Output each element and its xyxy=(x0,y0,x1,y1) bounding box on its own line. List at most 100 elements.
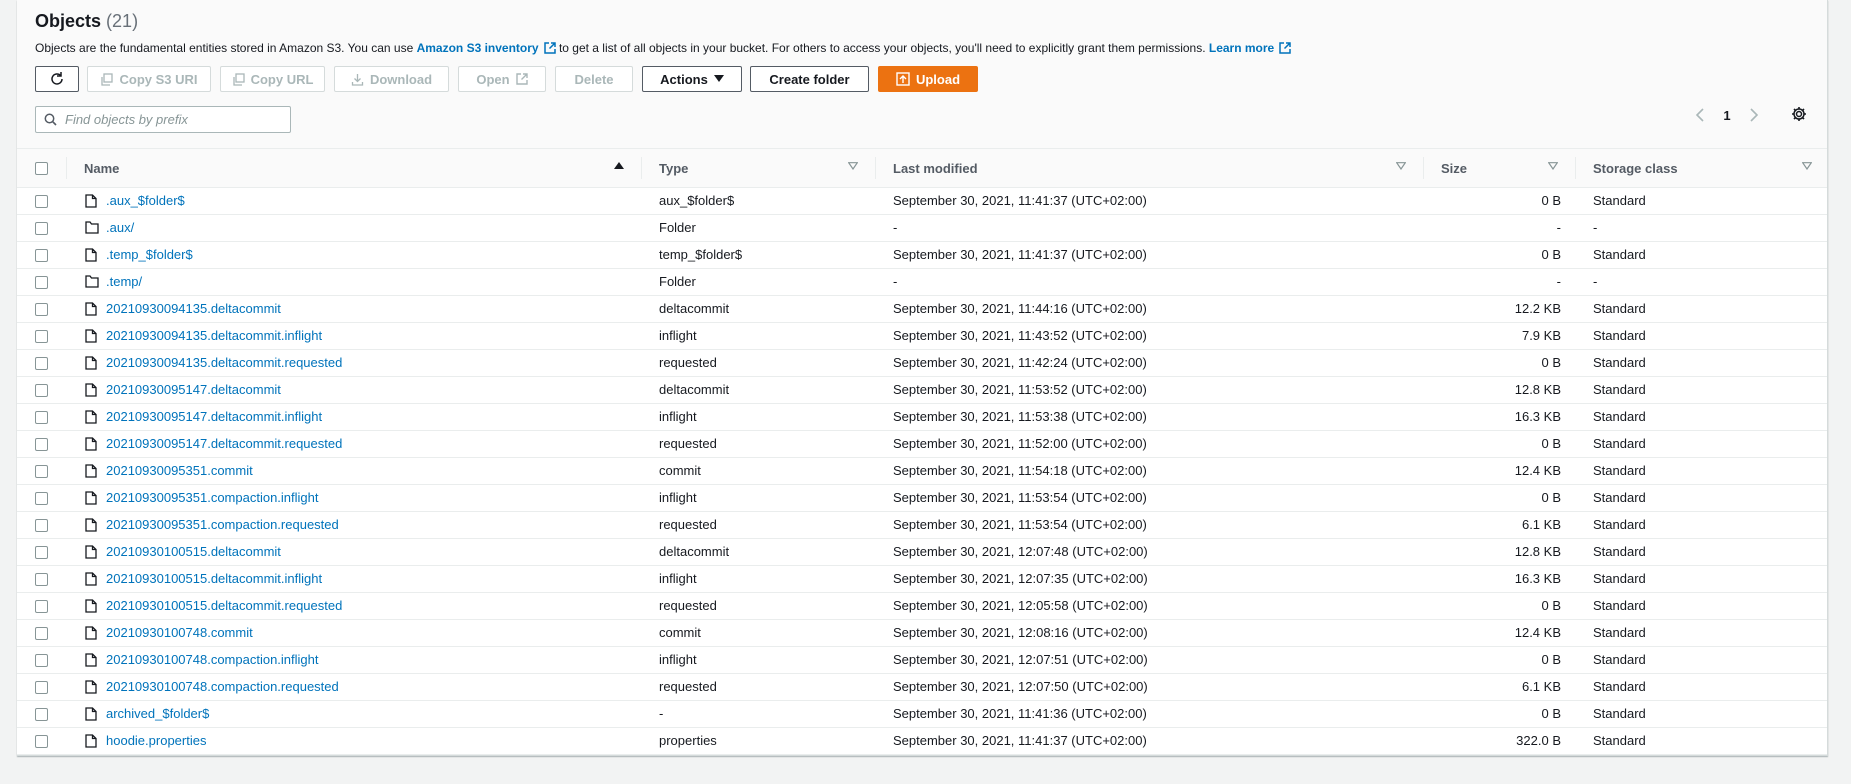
sort-icon[interactable] xyxy=(1548,162,1558,170)
actions-dropdown[interactable]: Actions xyxy=(642,66,742,92)
object-link[interactable]: archived_$folder$ xyxy=(106,706,209,721)
sort-icon[interactable] xyxy=(848,162,858,170)
row-checkbox[interactable] xyxy=(35,249,48,262)
row-checkbox[interactable] xyxy=(35,357,48,370)
copy-url-button[interactable]: Copy URL xyxy=(220,66,325,92)
upload-button[interactable]: Upload xyxy=(878,66,978,92)
row-checkbox[interactable] xyxy=(35,600,48,613)
refresh-button[interactable] xyxy=(35,66,79,92)
object-storage-class: Standard xyxy=(1593,355,1646,370)
row-checkbox[interactable] xyxy=(35,735,48,748)
row-checkbox[interactable] xyxy=(35,411,48,424)
object-link[interactable]: 20210930094135.deltacommit xyxy=(106,301,281,316)
object-type: commit xyxy=(659,625,701,640)
table-row[interactable]: 20210930095147.deltacommit.inflight infli… xyxy=(17,403,1827,431)
table-row[interactable]: 20210930100515.deltacommit deltacommit Sep… xyxy=(17,538,1827,566)
row-checkbox[interactable] xyxy=(35,492,48,505)
previous-page-icon[interactable] xyxy=(1694,107,1706,123)
table-row[interactable]: 20210930100515.deltacommit.requested requ… xyxy=(17,592,1827,620)
table-row[interactable]: hoodie.properties properties September 30,… xyxy=(17,727,1827,755)
object-link[interactable]: 20210930094135.deltacommit.inflight xyxy=(106,328,322,343)
object-link[interactable]: .temp_$folder$ xyxy=(106,247,193,262)
object-link[interactable]: 20210930100748.commit xyxy=(106,625,253,640)
object-link[interactable]: 20210930095351.compaction.inflight xyxy=(106,490,319,505)
table-row[interactable]: 20210930094135.deltacommit deltacommit Sep… xyxy=(17,295,1827,323)
column-header-last-modified[interactable]: Last modified xyxy=(893,149,978,187)
row-checkbox[interactable] xyxy=(35,384,48,397)
table-row[interactable]: archived_$folder$ - September 30, 2021, 11… xyxy=(17,700,1827,728)
row-checkbox[interactable] xyxy=(35,681,48,694)
row-checkbox[interactable] xyxy=(35,708,48,721)
row-checkbox[interactable] xyxy=(35,195,48,208)
object-type: commit xyxy=(659,463,701,478)
object-size: 12.8 KB xyxy=(1514,382,1561,397)
row-checkbox[interactable] xyxy=(35,573,48,586)
row-checkbox[interactable] xyxy=(35,654,48,667)
column-header-type[interactable]: Type xyxy=(659,149,688,187)
learn-more-link[interactable]: Learn more xyxy=(1209,41,1274,55)
table-header: Name Type Last modified Size Storage cla… xyxy=(17,148,1827,188)
row-checkbox[interactable] xyxy=(35,276,48,289)
download-button[interactable]: Download xyxy=(334,66,449,92)
table-row[interactable]: 20210930095147.deltacommit.requested requ… xyxy=(17,430,1827,458)
folder-icon xyxy=(85,214,99,241)
object-link[interactable]: 20210930095147.deltacommit.requested xyxy=(106,436,342,451)
table-row[interactable]: .temp_$folder$ temp_$folder$ September 30,… xyxy=(17,241,1827,269)
row-checkbox[interactable] xyxy=(35,546,48,559)
table-row[interactable]: .temp/Folder - - - xyxy=(17,268,1827,296)
delete-button[interactable]: Delete xyxy=(555,66,633,92)
object-name: 20210930100748.compaction.inflight xyxy=(106,646,319,673)
table-row[interactable]: 20210930095351.commit commit September 30,… xyxy=(17,457,1827,485)
object-link[interactable]: 20210930100748.compaction.inflight xyxy=(106,652,319,667)
s3-inventory-link[interactable]: Amazon S3 inventory xyxy=(417,41,539,55)
object-link[interactable]: .aux/ xyxy=(106,220,134,235)
object-link[interactable]: 20210930100748.compaction.requested xyxy=(106,679,339,694)
sort-ascending-icon[interactable] xyxy=(614,162,624,170)
row-checkbox[interactable] xyxy=(35,519,48,532)
object-link[interactable]: 20210930100515.deltacommit xyxy=(106,544,281,559)
row-checkbox[interactable] xyxy=(35,438,48,451)
object-link[interactable]: 20210930095351.commit xyxy=(106,463,253,478)
objects-panel: Objects (21) Objects are the fundamental… xyxy=(17,0,1828,756)
object-link[interactable]: .temp/ xyxy=(106,274,142,289)
settings-gear-icon[interactable] xyxy=(1791,106,1807,122)
sort-icon[interactable] xyxy=(1396,162,1406,170)
table-row[interactable]: 20210930100515.deltacommit.inflight infli… xyxy=(17,565,1827,593)
object-link[interactable]: .aux_$folder$ xyxy=(106,193,185,208)
open-button[interactable]: Open xyxy=(458,66,546,92)
copy-s3-uri-button[interactable]: Copy S3 URI xyxy=(87,66,211,92)
table-row[interactable]: 20210930094135.deltacommit.requested requ… xyxy=(17,349,1827,377)
row-checkbox[interactable] xyxy=(35,330,48,343)
object-link[interactable]: 20210930094135.deltacommit.requested xyxy=(106,355,342,370)
object-link[interactable]: 20210930095147.deltacommit xyxy=(106,382,281,397)
table-row[interactable]: .aux/Folder - - - xyxy=(17,214,1827,242)
table-row[interactable]: .aux_$folder$ aux_$folder$ September 30, 2… xyxy=(17,187,1827,215)
row-checkbox[interactable] xyxy=(35,627,48,640)
column-header-size[interactable]: Size xyxy=(1441,149,1467,187)
create-folder-button[interactable]: Create folder xyxy=(750,66,869,92)
row-checkbox[interactable] xyxy=(35,222,48,235)
table-row[interactable]: 20210930094135.deltacommit.inflight infli… xyxy=(17,322,1827,350)
table-row[interactable]: 20210930095351.compaction.inflight inflig… xyxy=(17,484,1827,512)
object-link[interactable]: 20210930100515.deltacommit.requested xyxy=(106,598,342,613)
table-row[interactable]: 20210930100748.compaction.inflight inflig… xyxy=(17,646,1827,674)
object-link[interactable]: 20210930100515.deltacommit.inflight xyxy=(106,571,322,586)
object-link[interactable]: 20210930095147.deltacommit.inflight xyxy=(106,409,322,424)
object-link[interactable]: hoodie.properties xyxy=(106,733,206,748)
select-all-checkbox[interactable] xyxy=(35,162,48,175)
column-header-storage-class[interactable]: Storage class xyxy=(1593,149,1678,187)
row-checkbox[interactable] xyxy=(35,465,48,478)
table-row[interactable]: 20210930100748.commit commit September 30,… xyxy=(17,619,1827,647)
page-number[interactable]: 1 xyxy=(1706,108,1748,123)
sort-icon[interactable] xyxy=(1802,162,1812,170)
search-input[interactable]: Find objects by prefix xyxy=(35,106,291,133)
object-size: - xyxy=(1556,274,1561,289)
column-header-name[interactable]: Name xyxy=(84,149,119,187)
table-row[interactable]: 20210930095351.compaction.requested reque… xyxy=(17,511,1827,539)
table-row[interactable]: 20210930100748.compaction.requested reque… xyxy=(17,673,1827,701)
row-checkbox[interactable] xyxy=(35,303,48,316)
object-link[interactable]: 20210930095351.compaction.requested xyxy=(106,517,339,532)
column-divider xyxy=(641,157,642,179)
next-page-icon[interactable] xyxy=(1748,107,1760,123)
table-row[interactable]: 20210930095147.deltacommit deltacommit Sep… xyxy=(17,376,1827,404)
